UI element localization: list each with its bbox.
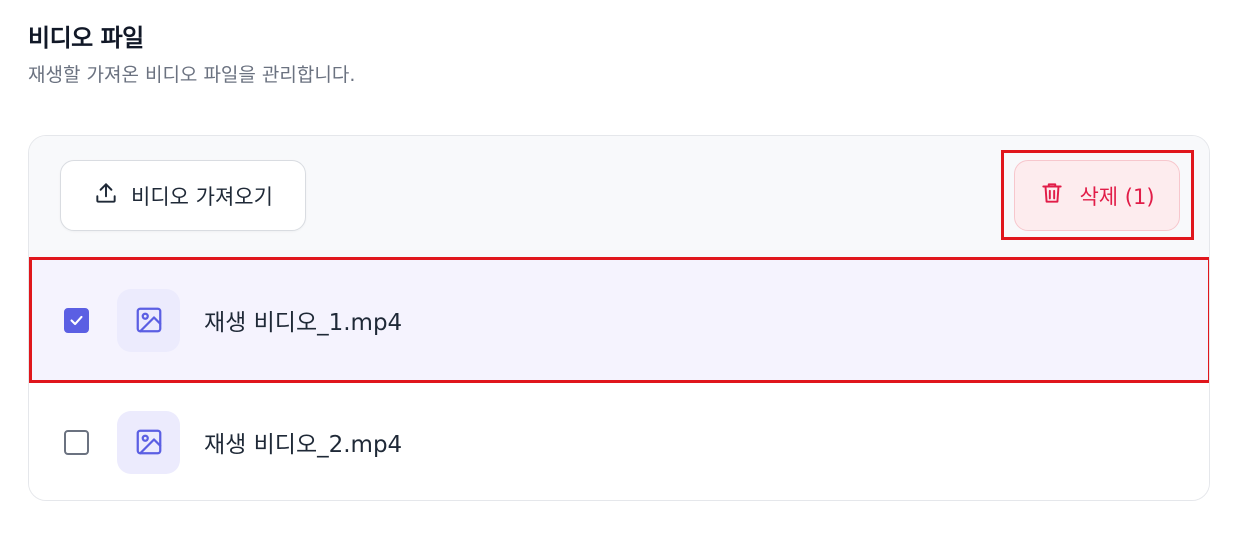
toolbar: 비디오 가져오기 삭제 (1) [29,136,1209,258]
import-video-label: 비디오 가져오기 [131,184,273,209]
file-checkbox[interactable] [64,429,89,455]
section-description: 재생할 가져온 비디오 파일을 관리합니다. [28,64,356,86]
file-name: 재생 비디오_1.mp4 [204,310,403,336]
image-icon [136,429,161,455]
video-file-panel: 비디오 가져오기 삭제 (1) 재생 비디오_1.mp4 재생 비디오_2.mp… [28,135,1210,501]
file-row[interactable]: 재생 비디오_1.mp4 [29,259,1209,381]
check-icon [70,315,83,325]
delete-label: 삭제 (1) [1079,184,1155,209]
file-row[interactable]: 재생 비디오_2.mp4 [29,381,1209,500]
import-video-button[interactable]: 비디오 가져오기 [60,160,306,231]
file-thumbnail [117,288,180,352]
section-title: 비디오 파일 [28,24,144,52]
image-icon [136,307,161,333]
file-thumbnail [117,410,180,474]
file-name: 재생 비디오_2.mp4 [204,432,403,458]
trash-icon [1039,180,1065,211]
upload-icon [93,180,119,211]
file-checkbox[interactable] [64,307,89,333]
delete-button[interactable]: 삭제 (1) [1014,160,1180,231]
